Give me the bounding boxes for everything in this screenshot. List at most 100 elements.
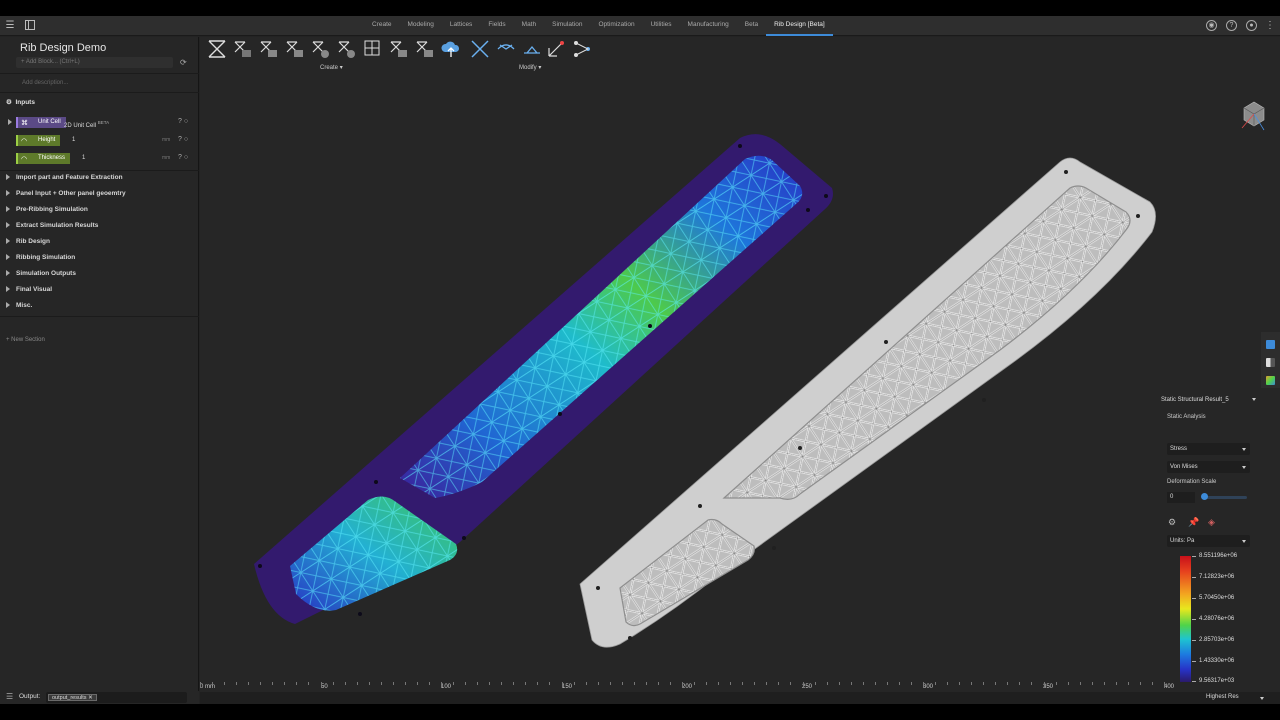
- rib-tool-4-icon[interactable]: [311, 39, 331, 59]
- list-icon[interactable]: ☰: [6, 692, 13, 701]
- modify-group-label[interactable]: Modify ▾: [519, 64, 541, 71]
- ruler-tick: [1103, 682, 1105, 685]
- rib-grid-tool-icon[interactable]: [363, 39, 383, 59]
- cloud-upload-icon[interactable]: [441, 39, 461, 59]
- result-selector[interactable]: Static Structural Result_5: [1161, 395, 1256, 405]
- tab-optimization[interactable]: Optimization: [590, 16, 642, 36]
- rib-tool-5-icon[interactable]: [337, 39, 357, 59]
- height-input[interactable]: 1: [68, 135, 172, 146]
- section-label: Misc.: [16, 302, 33, 309]
- output-tag[interactable]: output_results ✕: [48, 694, 97, 701]
- unit-cell-chip[interactable]: ⌘ Unit Cell: [16, 117, 66, 128]
- section-simulation-outputs[interactable]: Simulation Outputs: [6, 269, 76, 279]
- ruler-tick: [308, 682, 310, 685]
- more-menu-icon[interactable]: ⋮: [1264, 20, 1276, 32]
- inputs-header[interactable]: ⚙ Inputs: [6, 98, 35, 106]
- quantity-select[interactable]: Stress: [1167, 443, 1250, 455]
- help-icon[interactable]: ?: [178, 154, 182, 161]
- tab-fields[interactable]: Fields: [480, 16, 513, 36]
- rib-tool-2-icon[interactable]: [259, 39, 279, 59]
- warp-tool-icon[interactable]: [496, 39, 516, 59]
- node-graph-icon[interactable]: [572, 39, 592, 59]
- expand-caret-icon[interactable]: [8, 119, 12, 125]
- right-tool-strip: [1261, 332, 1280, 388]
- account-icon[interactable]: ●: [1246, 20, 1257, 31]
- input-row-unit-cell: ⌘ Unit Cell 2D Unit Cell BETA ? ○: [8, 117, 194, 129]
- output-field[interactable]: output_results ✕: [46, 692, 187, 703]
- tab-utilities[interactable]: Utilities: [643, 16, 680, 36]
- lattice-modify-icon[interactable]: [470, 39, 490, 59]
- units-value: Units: Pa: [1170, 538, 1195, 544]
- sidebar-toggle-icon[interactable]: [24, 20, 36, 32]
- rib-tool-6-icon[interactable]: [389, 39, 409, 59]
- trim-tool-icon[interactable]: [522, 39, 542, 59]
- transform-tool-icon[interactable]: [546, 39, 566, 59]
- rib-tool-3-icon[interactable]: [285, 39, 305, 59]
- add-block-input[interactable]: + Add Block... (Ctrl+L): [16, 57, 173, 68]
- inputs-header-label: Inputs: [15, 99, 35, 106]
- tab-beta[interactable]: Beta: [737, 16, 766, 36]
- chevron-down-icon[interactable]: [1260, 697, 1264, 700]
- help-icon[interactable]: ?: [1226, 20, 1237, 31]
- options-icon[interactable]: ○: [184, 154, 188, 161]
- tab-simulation[interactable]: Simulation: [544, 16, 590, 36]
- section-extract-simulation-results[interactable]: Extract Simulation Results: [6, 221, 98, 231]
- edit-icon[interactable]: [1266, 340, 1275, 349]
- status-icon[interactable]: ◉: [1206, 20, 1217, 31]
- units-select[interactable]: Units: Pa: [1167, 535, 1250, 547]
- document-title[interactable]: Rib Design Demo: [20, 42, 106, 54]
- ruler-tick: [1151, 682, 1153, 685]
- thickness-chip[interactable]: ◠ Thickness: [16, 153, 71, 164]
- view-cube[interactable]: [1241, 101, 1265, 131]
- new-section-button[interactable]: + New Section: [6, 337, 45, 343]
- app-window: ☰ Create Modeling Lattices Fields Math S…: [0, 16, 1280, 704]
- rib-tool-1-icon[interactable]: [233, 39, 253, 59]
- thickness-label: Thickness: [38, 155, 66, 161]
- help-icon[interactable]: ?: [178, 136, 182, 143]
- deformation-scale-input[interactable]: 0: [1167, 492, 1195, 503]
- tab-math[interactable]: Math: [514, 16, 544, 36]
- deformation-slider-knob[interactable]: [1201, 493, 1208, 500]
- ruler-tick: [910, 682, 912, 685]
- deformation-slider-track[interactable]: [1203, 496, 1247, 499]
- ruler-tick: [368, 682, 370, 685]
- height-chip[interactable]: ◠ Height: [16, 135, 61, 146]
- contrast-icon[interactable]: [1266, 358, 1275, 367]
- section-final-visual[interactable]: Final Visual: [6, 285, 52, 295]
- 3d-viewport[interactable]: [200, 74, 1280, 682]
- section-label: Final Visual: [16, 286, 53, 293]
- ruler-tick: [766, 682, 768, 685]
- options-icon[interactable]: ○: [184, 118, 188, 125]
- thickness-unit: mm: [162, 155, 171, 161]
- render-quality-select[interactable]: Highest Res: [1206, 694, 1239, 700]
- ruler-tick: [537, 682, 539, 685]
- tab-lattices[interactable]: Lattices: [442, 16, 480, 36]
- section-import-part[interactable]: Import part and Feature Extraction: [6, 173, 123, 183]
- create-group-label[interactable]: Create ▾: [320, 64, 343, 71]
- tab-manufacturing[interactable]: Manufacturing: [680, 16, 737, 36]
- unit-cell-value[interactable]: 2D Unit Cell BETA: [60, 117, 109, 129]
- section-misc[interactable]: Misc.: [6, 301, 32, 311]
- tab-create[interactable]: Create: [364, 16, 400, 36]
- section-ribbing-simulation[interactable]: Ribbing Simulation: [6, 253, 75, 263]
- lattice-tool-icon[interactable]: [207, 39, 227, 59]
- gear-icon[interactable]: ⚙: [1168, 517, 1176, 528]
- colormap-icon[interactable]: [1266, 376, 1275, 385]
- hamburger-menu-icon[interactable]: ☰: [4, 20, 16, 32]
- close-icon[interactable]: ✕: [88, 695, 93, 701]
- scene-render[interactable]: [200, 74, 1280, 682]
- cube-icon[interactable]: ◈: [1208, 517, 1215, 528]
- refresh-icon[interactable]: ⟳: [180, 58, 189, 67]
- description-field[interactable]: Add description...: [22, 80, 68, 86]
- tab-rib-design-beta[interactable]: Rib Design [Beta]: [766, 16, 833, 36]
- thickness-input[interactable]: 1: [78, 153, 172, 164]
- section-panel-input[interactable]: Panel Input + Other panel geoemtry: [6, 189, 126, 199]
- rib-tool-7-icon[interactable]: [415, 39, 435, 59]
- section-pre-ribbing-simulation[interactable]: Pre-Ribbing Simulation: [6, 205, 88, 215]
- tab-modeling[interactable]: Modeling: [400, 16, 442, 36]
- section-rib-design[interactable]: Rib Design: [6, 237, 50, 247]
- help-icon[interactable]: ?: [178, 118, 182, 125]
- component-select[interactable]: Von Mises: [1167, 461, 1250, 473]
- pin-icon[interactable]: 📌: [1188, 517, 1199, 528]
- options-icon[interactable]: ○: [184, 136, 188, 143]
